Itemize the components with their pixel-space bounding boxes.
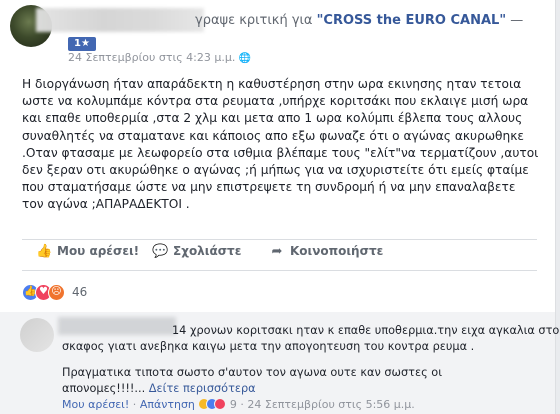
post-body: Η διοργάνωση ήταν απαράδεκτη η καθυστέρη… bbox=[22, 76, 542, 214]
love-reaction-icon bbox=[214, 398, 227, 410]
post-line: και επαθε υποθερμία ,στα 2 χλμ και μετα … bbox=[22, 111, 523, 126]
page-link[interactable]: "CROSS the EURO CANAL" bbox=[317, 13, 506, 28]
see-more-link[interactable]: Δείτε περισσότερα bbox=[149, 382, 256, 395]
comment-line: Πραγματικα τιποτα σωστο σ'αυτον τον αγων… bbox=[62, 366, 443, 379]
comments-section: 14 χρονων κοριτσακι ηταν κ επαθε υποθερμ… bbox=[0, 312, 560, 414]
comment-line: σκαφος γιατι ανεβηκα καιγω μετα την απογ… bbox=[62, 339, 475, 353]
comment-body: 14 χρονων κοριτσακι ηταν κ επαθε υποθερμ… bbox=[62, 323, 560, 354]
post-line: συναθλητές να σταματανε και κάποιος απο … bbox=[22, 128, 524, 143]
post-actions: 👍 Μου αρέσει! 💬 Σχολιάστε ➦ Κοινοποιήστε bbox=[22, 241, 537, 267]
timestamp-link[interactable]: 24 Σεπτεμβρίου στις 4:23 μ.μ. bbox=[68, 51, 235, 64]
thumbs-up-icon: 👍 bbox=[36, 244, 53, 259]
angry-reaction-icon: ☹ bbox=[48, 284, 65, 301]
post-line: .Οταν φτασαμε με λεωφορείο στα ισθμια βλ… bbox=[22, 145, 539, 160]
like-button[interactable]: 👍 Μου αρέσει! bbox=[36, 244, 139, 259]
comment-button[interactable]: 💬 Σχολιάστε bbox=[152, 244, 241, 259]
post-line: τον αγώνα ;ΑΠΑΡΑΔΕΚΤΟΙ . bbox=[22, 197, 190, 212]
post-line: ωστε να κολυμπάμε κόντρα στα ρευματα ,υπ… bbox=[22, 94, 529, 109]
comment-timestamp[interactable]: 24 Σεπτεμβρίου στις 5:56 μ.μ. bbox=[247, 398, 414, 411]
redacted-author-name bbox=[36, 8, 204, 32]
post-line: Η διοργάνωση ήταν απαράδεκτη η καθυστέρη… bbox=[22, 77, 522, 91]
comment-reply-link[interactable]: Απάντηση bbox=[140, 398, 195, 411]
globe-icon: 🌐 bbox=[238, 53, 252, 64]
comment-line: απονομες!!!!... Δείτε περισσότερα bbox=[62, 381, 256, 395]
review-post: γραψε κριτική για "CROSS the EURO CANAL"… bbox=[0, 0, 556, 312]
comment-reaction-count[interactable]: 9 bbox=[230, 398, 237, 411]
divider bbox=[22, 270, 537, 271]
post-line: που σταματήσαμε ώστε να μην επιστρεψετε … bbox=[22, 180, 516, 195]
review-action-text: γραψε κριτική για bbox=[195, 13, 317, 28]
post-line: δεν ξεραν οτι ακυρώθηκε ο αγώνας ;ή μήπω… bbox=[22, 163, 529, 178]
comment-line: 14 χρονων κοριτσακι ηταν κ επαθε υποθερμ… bbox=[172, 324, 560, 337]
review-heading: γραψε κριτική για "CROSS the EURO CANAL"… bbox=[195, 13, 524, 28]
comment-body-continued: Πραγματικα τιποτα σωστο σ'αυτον τον αγων… bbox=[62, 365, 550, 396]
commenter-avatar[interactable] bbox=[20, 318, 54, 352]
rating-badge: 1★ bbox=[68, 37, 96, 51]
comment-like-link[interactable]: Μου αρέσει! bbox=[62, 398, 129, 411]
divider bbox=[22, 239, 537, 240]
speech-bubble-icon: 💬 bbox=[152, 244, 169, 259]
post-header: γραψε κριτική για "CROSS the EURO CANAL"… bbox=[0, 0, 556, 64]
share-arrow-icon: ➦ bbox=[271, 244, 283, 259]
reaction-count[interactable]: 46 bbox=[72, 285, 87, 299]
comment-actions: Μου αρέσει! · Απάντηση 9 · 24 Σεπτεμβρίο… bbox=[62, 398, 415, 411]
share-button[interactable]: ➦ Κοινοποιήστε bbox=[269, 244, 384, 259]
post-timestamp[interactable]: 24 Σεπτεμβρίου στις 4:23 μ.μ. 🌐 bbox=[68, 51, 251, 64]
